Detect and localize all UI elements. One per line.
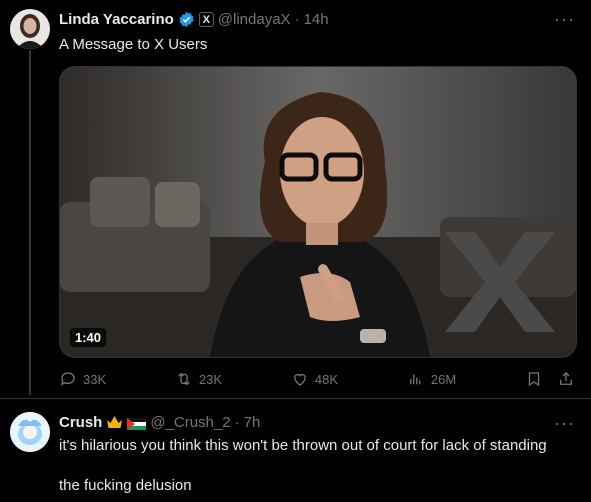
avatar-image: [10, 9, 50, 49]
reply-separator-dot: ·: [234, 414, 240, 431]
share-icon: [560, 372, 572, 385]
bookmark-icon: [528, 372, 540, 387]
analytics-icon: [409, 374, 421, 385]
reply-more-options-icon[interactable]: ···: [554, 414, 575, 432]
author-name[interactable]: Linda Yaccarino: [59, 11, 174, 28]
reply-icon: [60, 372, 75, 386]
bookmark-button[interactable]: [525, 370, 543, 388]
repost-button[interactable]: 23K: [175, 370, 222, 388]
reply-count: 33K: [83, 371, 107, 387]
reply-author-name[interactable]: Crush: [59, 414, 102, 431]
timestamp[interactable]: 14h: [304, 11, 329, 28]
post-text: A Message to X Users: [59, 36, 208, 53]
flag-emoji-icon: [127, 417, 147, 430]
separator-dot: ·: [294, 11, 300, 28]
post-header: Linda Yaccarino X @lindayaX · 14h: [59, 11, 329, 28]
like-button[interactable]: 48K: [291, 370, 338, 388]
thread-connector: [29, 50, 31, 395]
crown-emoji-icon: [107, 416, 123, 428]
share-button[interactable]: [557, 370, 575, 388]
reply-text-line-2: the fucking delusion: [59, 477, 192, 494]
secondary-actions: [525, 370, 575, 388]
video-thumbnail: [60, 67, 576, 357]
like-count: 48K: [314, 371, 339, 387]
action-bar: 33K 23K 48K 26M: [59, 368, 575, 390]
views-button[interactable]: 26M: [407, 370, 456, 388]
reply-author-handle[interactable]: @_Crush_2: [150, 414, 230, 431]
video-player[interactable]: 1:40: [59, 66, 577, 358]
reply-header: Crush @_Crush_2 · 7h: [59, 414, 260, 431]
post-divider: [0, 398, 591, 399]
avatar[interactable]: [10, 9, 50, 49]
reply-button[interactable]: 33K: [59, 370, 106, 388]
heart-icon: [293, 373, 306, 386]
affiliate-x-icon[interactable]: X: [198, 12, 214, 27]
repost-count: 23K: [198, 371, 223, 387]
more-options-icon[interactable]: ···: [554, 10, 575, 28]
reply-text-line-1: it's hilarious you think this won't be t…: [59, 437, 547, 454]
repost-icon: [178, 372, 190, 386]
reply-timestamp[interactable]: 7h: [244, 414, 261, 431]
reply-avatar-image: [10, 412, 50, 452]
reply-avatar[interactable]: [10, 412, 50, 452]
author-handle[interactable]: @lindayaX: [218, 11, 291, 28]
view-count: 26M: [430, 371, 457, 387]
verified-badge-icon: [179, 11, 194, 28]
video-duration: 1:40: [70, 328, 107, 347]
